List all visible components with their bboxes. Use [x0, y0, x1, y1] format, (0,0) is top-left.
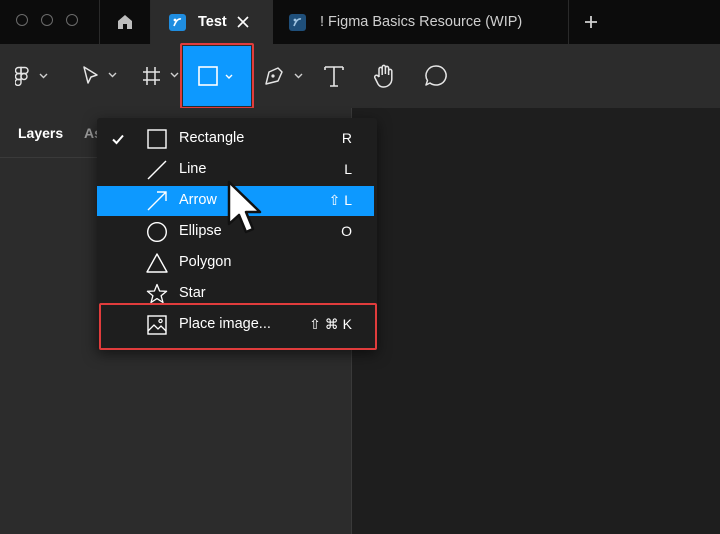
menu-item-label: Arrow [179, 192, 217, 208]
tab-layers[interactable]: Layers [18, 125, 63, 141]
figma-logo-icon [15, 66, 48, 86]
comment-icon [425, 65, 447, 86]
canvas[interactable] [353, 108, 720, 534]
window-close-button[interactable] [16, 14, 28, 26]
arrow-icon [147, 191, 167, 211]
menu-item-label: Ellipse [179, 223, 222, 239]
close-icon[interactable] [233, 12, 253, 32]
tab-label: ! Figma Basics Resource (WIP) [320, 14, 523, 30]
home-icon [118, 15, 132, 29]
checkmark-icon [111, 130, 125, 148]
menu-item-shortcut: O [341, 223, 352, 239]
figma-file-icon [289, 13, 306, 31]
tab-figma-basics[interactable]: ! Figma Basics Resource (WIP) [274, 0, 568, 44]
menu-item-shortcut: L [344, 161, 352, 177]
figma-file-icon [169, 13, 186, 31]
move-tool-button[interactable] [76, 44, 122, 108]
hand-icon [373, 64, 393, 88]
menu-item-shortcut: R [341, 130, 352, 146]
frame-icon [143, 67, 179, 85]
ellipse-icon [146, 221, 168, 243]
star-icon [146, 283, 168, 304]
shape-tool-highlight [180, 43, 254, 109]
frame-tool-button[interactable] [138, 44, 182, 108]
menu-item-label: Line [179, 161, 207, 177]
menu-item-label: Rectangle [179, 130, 245, 146]
pen-icon [265, 67, 303, 85]
new-tab-button[interactable] [578, 10, 604, 34]
home-tab[interactable] [100, 0, 150, 44]
mouse-pointer-icon [227, 180, 262, 234]
text-icon [324, 66, 344, 87]
pen-tool-button[interactable] [258, 44, 308, 108]
window-minimize-button[interactable] [41, 14, 53, 26]
plus-icon [585, 16, 597, 28]
polygon-icon [146, 253, 168, 273]
text-tool-button[interactable] [318, 44, 350, 108]
menu-item-label: Polygon [179, 254, 232, 270]
menu-item-shortcut: ⇧ L [328, 192, 352, 208]
place-image-highlight [99, 303, 377, 350]
main-menu-button[interactable] [10, 44, 54, 108]
comment-tool-button[interactable] [420, 44, 452, 108]
tab-bar: Test ! Figma Basics Resource (WIP) [0, 0, 720, 44]
rectangle-icon [147, 129, 167, 149]
tab-test[interactable]: Test [151, 0, 273, 44]
window-maximize-button[interactable] [66, 14, 78, 26]
menu-item-label: Star [179, 285, 206, 301]
move-cursor-icon [83, 66, 117, 84]
tab-label: Test [198, 14, 227, 30]
menu-item-polygon[interactable]: Polygon [97, 248, 374, 278]
toolbar [0, 43, 720, 109]
line-icon [147, 160, 167, 180]
menu-item-rectangle[interactable]: Rectangle R [97, 124, 374, 154]
hand-tool-button[interactable] [368, 44, 402, 108]
